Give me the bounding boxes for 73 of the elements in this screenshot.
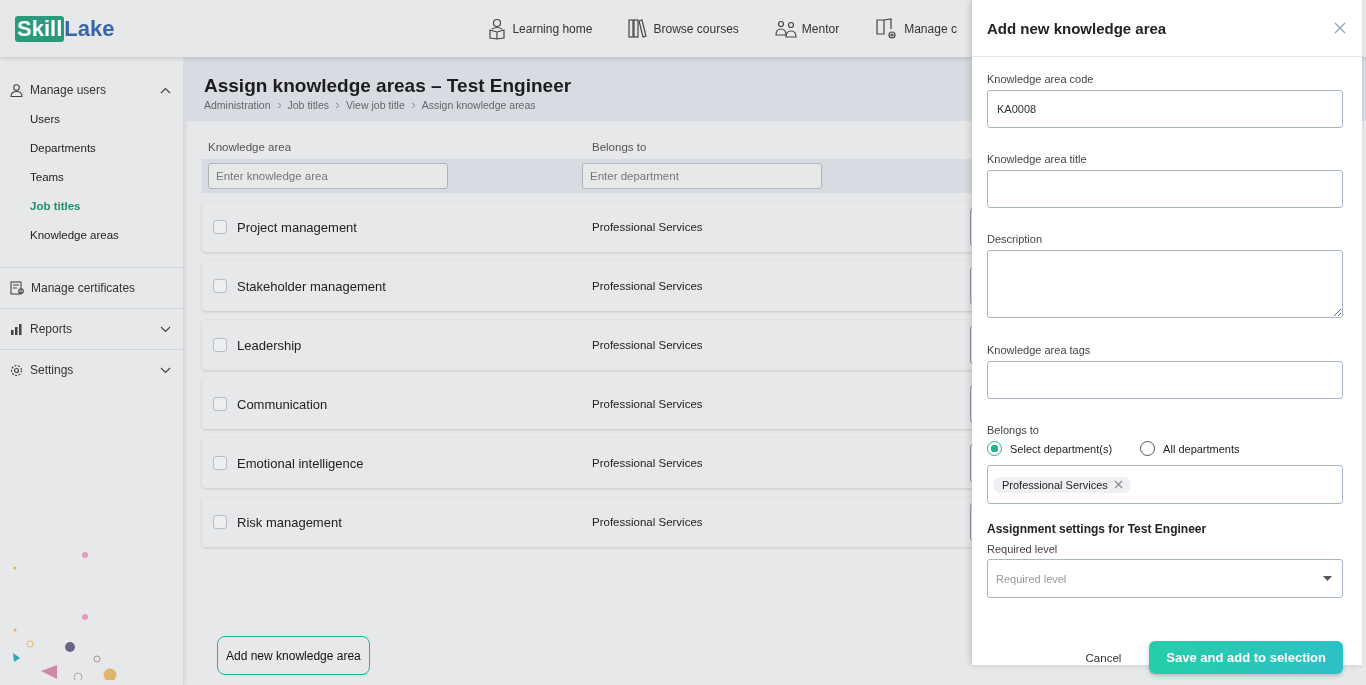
department-name: Professional Services (592, 516, 704, 528)
knowledge-area-name: Stakeholder management (237, 278, 387, 294)
knowledge-area-name: Emotional intelligence (237, 455, 365, 471)
nav-link[interactable]: Learning home (487, 16, 593, 41)
radio-label: Select department(s) (1010, 442, 1113, 455)
nav-link[interactable]: Browse courses (628, 16, 739, 41)
field-label: Belongs to (987, 424, 1040, 436)
field-label: Required level (987, 543, 1059, 555)
sidebar-item[interactable]: Users (30, 110, 173, 139)
checkbox[interactable] (213, 515, 227, 529)
knowledge-area-name: Communication (237, 396, 329, 412)
sidebar-section[interactable]: Reports (10, 309, 173, 349)
sidebar-item[interactable]: Knowledge areas (30, 226, 173, 255)
cancel-button[interactable]: Cancel (1079, 650, 1128, 665)
sidebar-item[interactable]: Departments (30, 139, 173, 168)
checkbox[interactable] (213, 456, 227, 470)
department-name: Professional Services (592, 221, 704, 233)
filter-field[interactable]: Enter knowledge area (208, 163, 448, 189)
field-label: Knowledge area code (987, 73, 1095, 85)
dropdown-icon (1323, 576, 1332, 581)
certificate-icon (10, 281, 24, 295)
chevron-icon (276, 101, 282, 109)
column-header: Belongs to (592, 141, 648, 153)
radio-label: All departments (1163, 442, 1240, 455)
column-header: Knowledge area (208, 141, 293, 153)
checkbox[interactable] (213, 279, 227, 293)
people-icon (774, 19, 797, 38)
breadcrumb-link[interactable]: View job title (345, 99, 405, 111)
chevron-icon (410, 101, 416, 109)
breadcrumb-link[interactable]: Administration (204, 99, 271, 111)
knowledge-area-name: Leadership (237, 337, 303, 353)
filter-field[interactable]: Enter department (582, 163, 822, 189)
input-field[interactable]: KA0008 (987, 90, 1343, 128)
nav-link[interactable]: Mentor (774, 16, 840, 41)
radio-option[interactable]: All departments (1140, 441, 1240, 456)
close-icon[interactable] (1334, 22, 1346, 34)
panel-title: Add new knowledge area (987, 19, 1167, 37)
checkbox[interactable] (213, 338, 227, 352)
sidebar-item[interactable]: Teams (30, 168, 173, 197)
input-field[interactable] (987, 361, 1343, 399)
field-label: Knowledge area title (987, 153, 1088, 165)
reader-icon (487, 17, 508, 40)
chart-icon (10, 322, 23, 336)
breadcrumb-link[interactable]: Job titles (287, 99, 329, 111)
user-icon (10, 83, 23, 97)
sidebar-section[interactable]: Manage certificates (10, 268, 173, 308)
remove-icon[interactable] (1113, 480, 1123, 489)
checkbox[interactable] (213, 220, 227, 234)
add-knowledge-area-button[interactable]: Add new knowledge area (217, 636, 370, 675)
description-field[interactable] (987, 250, 1343, 318)
sidebar-section[interactable]: Manage users (10, 80, 173, 110)
department-name: Professional Services (592, 280, 704, 292)
checkbox[interactable] (213, 397, 227, 411)
knowledge-area-name: Risk management (237, 514, 343, 530)
nav-link[interactable]: Manage c (875, 16, 957, 41)
settings-icon (10, 363, 23, 377)
books-icon (628, 18, 649, 39)
section-heading: Assignment settings for Test Engineer (987, 522, 1208, 536)
tag-label: Professional Services (1002, 478, 1108, 491)
radio-option[interactable]: Select department(s) (987, 441, 1113, 456)
field-label: Knowledge area tags (987, 344, 1092, 356)
input-field[interactable] (987, 170, 1343, 208)
field-label: Description (987, 233, 1044, 245)
chevron-icon (334, 101, 340, 109)
breadcrumb-link[interactable]: Assign knowledge areas (421, 99, 536, 111)
department-field[interactable]: Professional Services (987, 465, 1343, 504)
department-name: Professional Services (592, 398, 704, 410)
department-name: Professional Services (592, 457, 704, 469)
page-title: Assign knowledge areas – Test Engineer (204, 75, 572, 97)
knowledge-area-name: Project management (237, 219, 358, 235)
radio-button[interactable] (987, 441, 1002, 456)
department-name: Professional Services (592, 339, 704, 351)
sidebar-section[interactable]: Settings (10, 350, 173, 390)
